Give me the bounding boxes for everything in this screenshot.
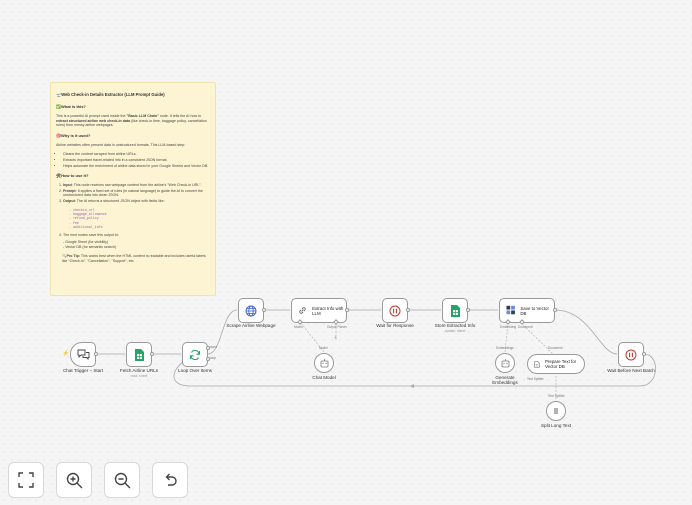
wait-response-label: Wait for Response bbox=[376, 323, 414, 328]
google-sheets-icon bbox=[134, 348, 144, 361]
output-handle[interactable] bbox=[206, 357, 210, 361]
output-handle[interactable] bbox=[150, 352, 154, 356]
split-text-label: Split Long Text bbox=[540, 423, 572, 428]
vector-db-icon bbox=[506, 305, 515, 315]
output-handle[interactable] bbox=[345, 308, 349, 312]
output-handle[interactable] bbox=[466, 308, 470, 312]
zoom-out-button[interactable] bbox=[104, 462, 140, 498]
prepare-text-node[interactable]: Prepare Text for Vector DB bbox=[527, 354, 585, 374]
document-port-label: Document bbox=[518, 325, 533, 329]
split-text-port-label: Text Splitter bbox=[548, 394, 565, 398]
sticky-field-list: - checkin_url - baggage_allowance - refu… bbox=[69, 207, 107, 230]
output-handle[interactable] bbox=[642, 352, 646, 356]
sticky-why-text: Airline websites often present data in u… bbox=[56, 142, 186, 147]
output-handle[interactable] bbox=[262, 308, 266, 312]
store-node[interactable] bbox=[442, 298, 468, 323]
embeddings-label: Generate Embeddings bbox=[492, 375, 518, 386]
reset-zoom-button[interactable] bbox=[152, 462, 188, 498]
split-text-node[interactable] bbox=[546, 401, 566, 421]
scrape-label: Scrape Airline Webpage bbox=[226, 323, 276, 328]
undo-icon bbox=[165, 473, 177, 486]
sticky-what-text: This is a powerful AI prompt used inside… bbox=[56, 114, 207, 128]
loop-done-port-label: done bbox=[210, 345, 218, 349]
document-icon bbox=[534, 360, 540, 368]
extract-node-title: Extract Info with LLM bbox=[312, 305, 344, 316]
loop-node[interactable] bbox=[182, 342, 208, 367]
list-item: Prompt: It applies a fixed set of rules … bbox=[63, 189, 210, 198]
loop-loop-port-label: loop bbox=[210, 356, 217, 360]
sticky-what-heading: ✅What is this? bbox=[56, 104, 86, 109]
prepare-document-port-label: Document bbox=[548, 346, 563, 350]
sticky-why-heading: 🎯Why is it used? bbox=[56, 132, 91, 138]
fetch-urls-label: Fetch Airline URLs bbox=[119, 368, 159, 373]
chat-trigger-node[interactable] bbox=[70, 342, 96, 367]
fetch-urls-sublabel: read: sheet bbox=[130, 374, 148, 378]
model-port-label: Model bbox=[294, 325, 303, 329]
wait-next-label: Wait Before Next Batch bbox=[607, 368, 655, 373]
store-sublabel: update: sheet bbox=[444, 329, 466, 333]
save-vector-node-title: Save to Vector DB bbox=[520, 305, 549, 316]
loop-label: Loop Over Items bbox=[178, 368, 212, 373]
store-label: Store Extracted Info bbox=[434, 323, 476, 328]
output-parser-port-label: Output Parser bbox=[327, 325, 347, 329]
chat-bubbles-icon bbox=[77, 349, 89, 360]
workflow-canvas[interactable]: 🛫Web Check-in Details Extractor (LLM Pro… bbox=[0, 0, 692, 505]
sticky-why-list: Cleans the content scraped from airline … bbox=[56, 152, 210, 168]
embedding-port-label: Embedding bbox=[500, 325, 517, 329]
output-handle[interactable] bbox=[206, 346, 210, 350]
globe-icon bbox=[245, 305, 257, 316]
sticky-how-heading: 🛠How to use it? bbox=[56, 173, 89, 179]
embeddings-node[interactable] bbox=[495, 353, 515, 373]
chat-model-label: Chat Model bbox=[312, 375, 336, 380]
add-parser-icon[interactable]: + bbox=[334, 335, 337, 341]
pause-icon bbox=[625, 349, 637, 360]
zoom-out-icon bbox=[114, 472, 130, 488]
list-item: Output: The AI returns a structured JSON… bbox=[63, 199, 210, 230]
refresh-icon bbox=[189, 349, 201, 360]
back-edge-arrow bbox=[410, 384, 414, 388]
fit-view-button[interactable] bbox=[8, 462, 44, 498]
output-handle[interactable] bbox=[94, 352, 98, 356]
edge-save-waitnext bbox=[554, 309, 618, 355]
sticky-how-list: Input: This node receives raw webpage co… bbox=[56, 183, 210, 249]
prepare-text-node-title: Prepare Text for Vector DB bbox=[544, 359, 577, 369]
link-icon bbox=[299, 307, 306, 314]
split-icon bbox=[554, 408, 558, 414]
list-item: Extracts important travel-related info i… bbox=[63, 158, 210, 163]
chat-model-port-label: Model bbox=[319, 346, 328, 350]
sticky-title: 🛫Web Check-in Details Extractor (LLM Pro… bbox=[56, 92, 165, 97]
wait-next-node[interactable] bbox=[618, 342, 644, 367]
list-item: Input: This node receives raw webpage co… bbox=[63, 183, 210, 188]
output-handle[interactable] bbox=[406, 308, 410, 312]
pause-icon bbox=[389, 305, 401, 316]
text-splitter-port-label: Text Splitter bbox=[527, 377, 544, 381]
fetch-urls-node[interactable] bbox=[126, 342, 152, 367]
zoom-in-icon bbox=[66, 472, 82, 488]
list-item: The next nodes save this output to: - Go… bbox=[63, 233, 210, 250]
sticky-note[interactable]: 🛫Web Check-in Details Extractor (LLM Pro… bbox=[50, 82, 216, 296]
robot-icon bbox=[501, 359, 509, 368]
sticky-pro-tip: 🔍Pro Tip: This works best when the HTML … bbox=[62, 254, 206, 263]
fit-view-icon bbox=[18, 472, 34, 488]
robot-icon bbox=[320, 359, 328, 368]
chat-trigger-label: Chat Trigger – Start bbox=[62, 368, 104, 373]
list-item: Helps automate the enrichment of airline… bbox=[63, 164, 210, 169]
scrape-node[interactable] bbox=[238, 298, 264, 323]
list-item: Cleans the content scraped from airline … bbox=[63, 152, 210, 157]
zoom-in-button[interactable] bbox=[56, 462, 92, 498]
chat-model-node[interactable] bbox=[314, 353, 334, 373]
wait-response-node[interactable] bbox=[382, 298, 408, 323]
trigger-marker-icon: ⚡ bbox=[62, 351, 70, 357]
google-sheets-icon bbox=[450, 304, 460, 317]
embeddings-port-label: Embeddings bbox=[496, 346, 514, 350]
output-handle[interactable] bbox=[553, 308, 557, 312]
